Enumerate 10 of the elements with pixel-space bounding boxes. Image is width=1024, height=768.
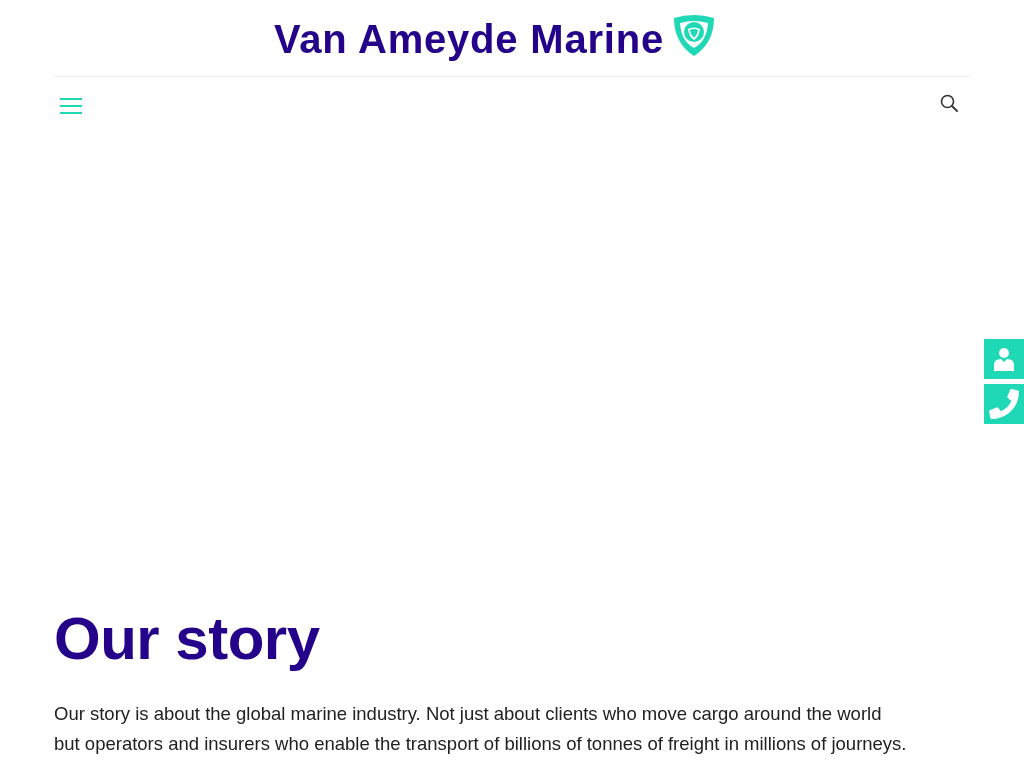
phone-icon: [989, 389, 1019, 419]
phone-button[interactable]: [984, 384, 1024, 424]
search-icon[interactable]: [940, 93, 958, 112]
contact-person-button[interactable]: [984, 339, 1024, 379]
person-icon: [993, 347, 1015, 371]
menu-icon[interactable]: [60, 98, 82, 114]
shield-logo-icon: [672, 15, 716, 57]
story-paragraph: Our story is about the global marine industry. Not just about clients who move cargo around the world but operators and insurers who enable the transport of billions of tonnes of freight in millions of journeys.: [54, 702, 907, 756]
logo-text[interactable]: Van Ameyde Marine: [273, 19, 664, 59]
section-heading: Our story: [54, 609, 320, 669]
